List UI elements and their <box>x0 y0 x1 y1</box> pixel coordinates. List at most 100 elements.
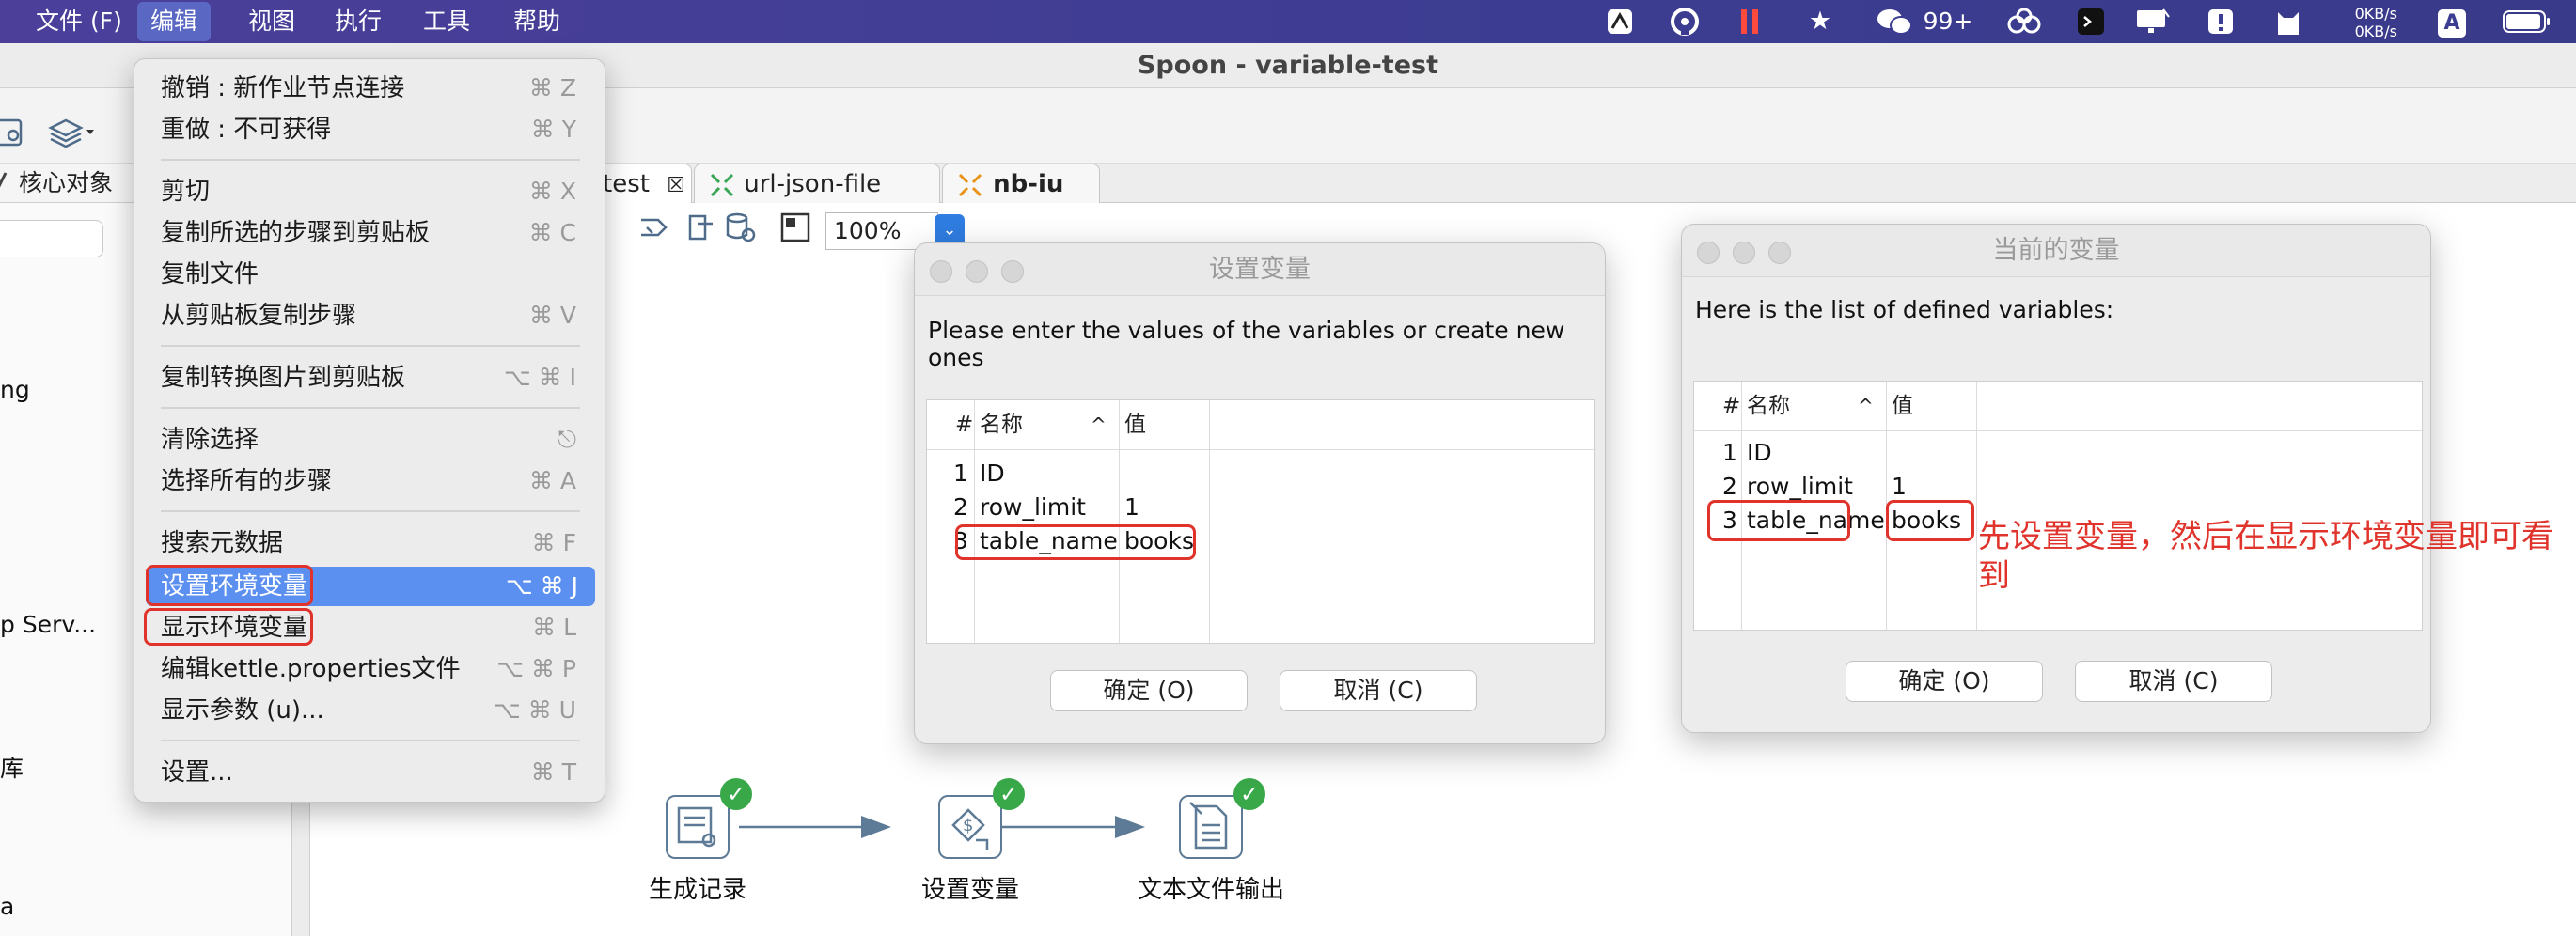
menu-item-shortcut: ⌘ Z <box>528 74 576 101</box>
menu-item-copy-steps[interactable]: 复制所选的步骤到剪贴板 ⌘ C <box>134 213 605 253</box>
cell-name[interactable]: ID <box>1747 436 1772 470</box>
ok-button[interactable]: 确定 (O) <box>1846 661 2043 702</box>
menu-item-label: 编辑kettle.properties文件 <box>161 655 461 683</box>
cancel-button[interactable]: 取消 (C) <box>2075 661 2272 702</box>
left-search-input[interactable] <box>0 220 103 257</box>
menu-item-redo[interactable]: 重做 : 不可获得 ⌘ Y <box>134 110 605 149</box>
menu-help[interactable]: 帮助 <box>513 0 560 43</box>
menu-edit[interactable]: 编辑 <box>137 2 212 41</box>
menu-item-label: 从剪贴板复制步骤 <box>161 302 357 330</box>
col-header-name[interactable]: 名称 <box>980 400 1023 449</box>
sort-ascending-icon[interactable]: ^ <box>1858 382 1874 430</box>
tray-wechat-badge: 99+ <box>1923 8 1973 35</box>
tray-input-method[interactable]: A <box>2435 0 2469 43</box>
tree-node-fragment[interactable]: 库 <box>0 750 24 784</box>
tree-node-fragment[interactable]: a <box>0 893 14 920</box>
transformation-icon <box>710 173 734 196</box>
zoom-dropdown-chevron-icon[interactable]: ⌄ <box>935 214 965 246</box>
tray-arch-icon[interactable] <box>1666 0 1704 43</box>
cell-name[interactable]: ID <box>980 457 1005 491</box>
menu-file[interactable]: 文件 (F) <box>36 0 122 43</box>
step-text-file-output[interactable] <box>1179 795 1243 859</box>
menu-item-cut[interactable]: 剪切 ⌘ X <box>134 172 605 211</box>
job-icon <box>958 173 982 196</box>
menu-run[interactable]: 执行 <box>335 0 382 43</box>
tab-label: url-json-file <box>744 170 882 198</box>
menu-item-clear-selection[interactable]: 清除选择 ⎋ <box>134 420 605 460</box>
tree-node-fragment[interactable]: ng <box>0 376 30 403</box>
tray-alert-icon[interactable] <box>2204 0 2238 43</box>
menu-item-show-parameters[interactable]: 显示参数 (u)... ⌥ ⌘ U <box>134 691 605 730</box>
highlight-box <box>955 524 1196 560</box>
tray-app-icon[interactable] <box>1604 0 1636 43</box>
toolbar-explore-icon[interactable] <box>0 117 28 154</box>
check-step-icon[interactable] <box>637 211 671 248</box>
core-objects-tab[interactable]: 核心对象 <box>19 164 113 203</box>
menu-item-shortcut: ⎋ <box>558 426 576 453</box>
tray-star-icon[interactable]: ★ <box>1803 0 1837 43</box>
tab-label: test <box>603 170 650 198</box>
tray-terminal-icon[interactable] <box>2074 0 2108 43</box>
cell-value[interactable]: 1 <box>1892 470 1907 504</box>
highlight-box <box>1886 500 1974 541</box>
tab-nb-iu[interactable]: nb-iu <box>942 164 1100 203</box>
set-variables-dialog: 设置变量 Please enter the values of the vari… <box>914 242 1606 744</box>
step-generate-rows[interactable] <box>666 795 730 859</box>
menu-item-edit-kettle-properties[interactable]: 编辑kettle.properties文件 ⌥ ⌘ P <box>134 649 605 689</box>
menu-item-label: 剪切 <box>161 178 211 206</box>
tray-wechat-icon[interactable] <box>1871 0 1918 43</box>
cell-name[interactable]: row_limit <box>980 491 1086 524</box>
menu-item-search-metadata[interactable]: 搜索元数据 ⌘ F <box>134 523 605 563</box>
menu-item-select-all[interactable]: 选择所有的步骤 ⌘ A <box>134 461 605 501</box>
col-header-value[interactable]: 值 <box>1892 382 1913 430</box>
tray-display-icon[interactable] <box>2132 0 2174 43</box>
menu-item-label: 清除选择 <box>161 426 259 454</box>
tree-node-fragment[interactable]: p Serv... <box>0 611 96 638</box>
dialog-message: Please enter the values of the variables… <box>928 317 1565 371</box>
net-down-speed: 0KB/s <box>2354 23 2397 40</box>
sort-ascending-icon[interactable]: ^ <box>1091 400 1107 449</box>
toolbar-layers-icon[interactable] <box>47 117 98 154</box>
tab-url-json-file[interactable]: url-json-file <box>694 164 940 203</box>
ok-button[interactable]: 确定 (O) <box>1050 670 1248 711</box>
menu-item-copy-file[interactable]: 复制文件 <box>134 255 605 294</box>
menu-item-label: 复制文件 <box>161 260 259 289</box>
highlight-box <box>1707 500 1850 541</box>
tray-cat-icon[interactable] <box>2270 0 2307 43</box>
tray-pause-icon[interactable] <box>1736 0 1764 43</box>
menu-item-settings[interactable]: 设置... ⌘ T <box>134 753 605 792</box>
menu-item-copy-image[interactable]: 复制转换图片到剪贴板 ⌥ ⌘ I <box>134 358 605 398</box>
zoom-window-icon[interactable] <box>1001 260 1024 283</box>
menu-item-label: 设置... <box>161 758 233 787</box>
minimize-window-icon[interactable] <box>966 260 988 283</box>
col-header-num: # <box>955 413 974 437</box>
battery-icon[interactable] <box>2501 0 2553 43</box>
current-variables-dialog: 当前的变量 Here is the list of defined variab… <box>1681 224 2431 733</box>
col-header-value[interactable]: 值 <box>1124 400 1146 449</box>
grid-snap-icon[interactable] <box>778 211 812 248</box>
sql-icon[interactable] <box>724 211 758 248</box>
menu-view[interactable]: 视图 <box>248 0 295 43</box>
menu-item-shortcut: ⌘ C <box>528 219 576 246</box>
variables-table: # 名称 ^ 值 1 ID 2 row_limit 1 3 table_name… <box>926 399 1596 644</box>
cell-name[interactable]: row_limit <box>1747 470 1853 504</box>
cancel-button[interactable]: 取消 (C) <box>1280 670 1477 711</box>
cell-value[interactable]: 1 <box>1124 491 1139 524</box>
minimize-window-icon[interactable] <box>1733 242 1755 264</box>
tray-baidu-cloud-icon[interactable] <box>2003 0 2046 43</box>
impact-icon[interactable] <box>684 211 718 248</box>
menu-separator <box>161 159 580 161</box>
menu-item-shortcut: ⌥ ⌘ P <box>496 655 576 682</box>
col-header-name[interactable]: 名称 <box>1747 382 1790 430</box>
table-col-rule <box>974 400 975 643</box>
menu-item-undo[interactable]: 撤销 : 新作业节点连接 ⌘ Z <box>134 69 605 108</box>
menu-item-paste-steps[interactable]: 从剪贴板复制步骤 ⌘ V <box>134 296 605 335</box>
tab-close-icon[interactable]: ☒ <box>667 174 685 197</box>
menu-tools[interactable]: 工具 <box>423 0 470 43</box>
close-window-icon[interactable] <box>1697 242 1720 264</box>
zoom-window-icon[interactable] <box>1768 242 1791 264</box>
close-window-icon[interactable] <box>930 260 952 283</box>
core-objects-icon <box>0 167 11 201</box>
menu-item-shortcut: ⌘ X <box>528 178 576 205</box>
step-set-variables[interactable]: $ <box>938 795 1002 859</box>
